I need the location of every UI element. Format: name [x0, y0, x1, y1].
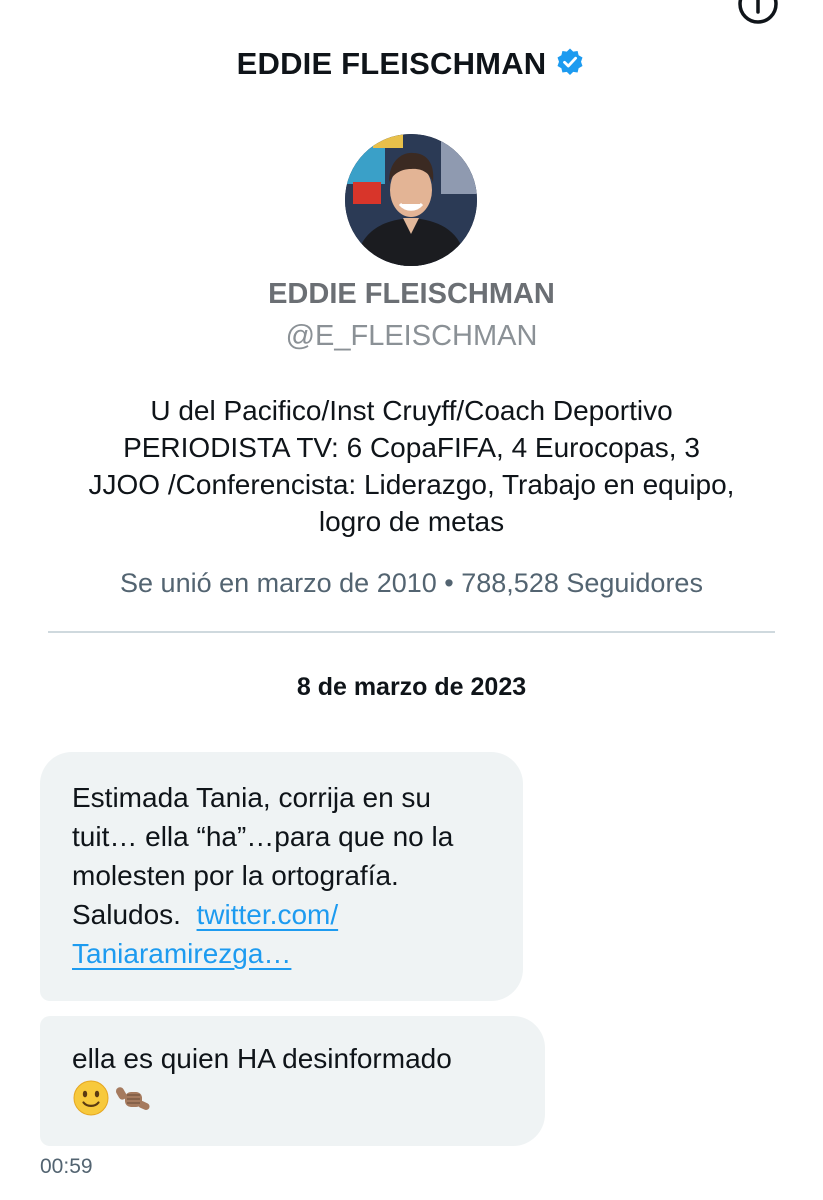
verified-badge-icon	[554, 47, 586, 79]
message-line: molesten por la ortografía.	[72, 860, 399, 891]
message-line: Saludos. twitter.com/	[72, 895, 503, 934]
message-text: Saludos.	[72, 899, 181, 930]
bio-line: JJOO /Conferencista: Liderazgo, Trabajo …	[88, 469, 735, 500]
profile-handle[interactable]: @E_FLEISCHMAN	[0, 318, 823, 354]
info-icon	[738, 0, 778, 24]
message-text: ella es quien HA desinformado	[72, 1043, 452, 1074]
profile-name[interactable]: EDDIE FLEISCHMAN	[0, 276, 823, 312]
profile-meta: Se unió en marzo de 2010 • 788,528 Segui…	[0, 564, 823, 602]
message-line: tuit… ella “ha”…para que no la	[72, 821, 454, 852]
slightly-smiling-face-icon	[72, 1079, 110, 1117]
joined-date: Se unió en marzo de 2010	[120, 568, 437, 598]
divider	[48, 631, 775, 633]
info-button[interactable]	[736, 0, 780, 26]
back-arrow-icon	[22, 0, 70, 26]
message-bubble[interactable]: ella es quien HA desinformado	[40, 1016, 545, 1146]
bio-line: logro de metas	[318, 506, 505, 537]
message-link[interactable]: twitter.com/	[197, 899, 339, 930]
avatar[interactable]	[345, 134, 477, 266]
date-separator: 8 de marzo de 2023	[296, 673, 527, 701]
header-title: EDDIE FLEISCHMAN	[236, 46, 547, 81]
message-bubble[interactable]: Estimada Tania, corrija en su tuit… ella…	[40, 752, 523, 1001]
conversation-header: EDDIE FLEISCHMAN	[0, 42, 823, 86]
bio-line: PERIODISTA TV: 6 CopaFIFA, 4 Eurocopas, …	[123, 432, 700, 463]
followers-count: 788,528 Seguidores	[461, 568, 703, 598]
call-me-hand-icon	[114, 1079, 152, 1117]
profile-bio: U del Pacifico/Inst Cruyff/Coach Deporti…	[30, 392, 793, 540]
bio-line: U del Pacifico/Inst Cruyff/Coach Deporti…	[150, 395, 673, 426]
message-line: Taniaramirezga…	[72, 934, 503, 973]
message-timestamp: 00:59	[40, 1155, 93, 1178]
emoji-row	[72, 1078, 525, 1119]
meta-separator: •	[444, 568, 454, 598]
message-link-continued[interactable]: Taniaramirezga…	[72, 938, 291, 969]
back-button[interactable]	[22, 0, 70, 26]
message-line: Estimada Tania, corrija en su	[72, 782, 431, 813]
